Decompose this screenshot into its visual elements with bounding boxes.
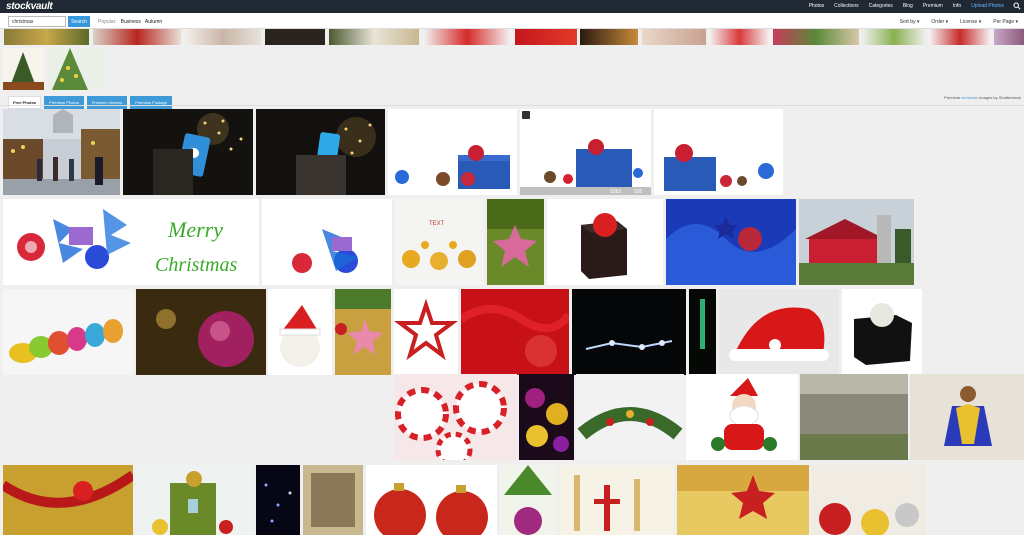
photo-vintage-card[interactable]: [303, 465, 363, 535]
related-thumbnail[interactable]: [423, 29, 511, 45]
top-navigation-bar: stockvault Photos Collections Categories…: [0, 0, 1024, 13]
photo-phone-lights[interactable]: [123, 109, 253, 195]
photo-pink-bauble[interactable]: [136, 289, 266, 375]
popular-link-business[interactable]: Business: [121, 19, 141, 25]
photo-peppermint-candy[interactable]: [394, 374, 517, 460]
photo-turkey-flock[interactable]: [800, 374, 908, 460]
photo-rainbow-candies[interactable]: [3, 289, 133, 375]
search-input[interactable]: [8, 16, 66, 27]
related-thumbnail[interactable]: [4, 29, 89, 45]
nav-blog[interactable]: Blog: [903, 3, 913, 9]
photo-ornaments-blue[interactable]: [262, 199, 392, 285]
per-page-label: Per Page: [993, 19, 1015, 25]
premium-note-prefix: Premium: [944, 95, 961, 100]
likes-count: 505: [634, 189, 643, 195]
christmas-text: Christmas: [155, 254, 237, 276]
premium-note-suffix: images by Shutterstock: [979, 95, 1021, 100]
photo-green-light[interactable]: [689, 289, 716, 375]
photo-straw-star[interactable]: [394, 289, 458, 375]
related-thumbnails: [0, 29, 1024, 45]
nav-info[interactable]: Info: [953, 3, 961, 9]
photo-red-fabric[interactable]: [461, 289, 569, 375]
photo-straw-crosses[interactable]: [560, 465, 674, 535]
filter-bar: Sort by ▾ Order ▾ License ▾ Per Page ▾: [900, 19, 1018, 25]
nav-photos[interactable]: Photos: [809, 3, 825, 9]
photo-pink-star[interactable]: [487, 199, 544, 285]
photo-phone-hands[interactable]: [256, 109, 385, 195]
photo-santa-figure[interactable]: [686, 374, 798, 460]
photo-pink-star-ornament[interactable]: [335, 289, 391, 375]
merry-text: Merry: [167, 217, 223, 242]
related-thumbnail[interactable]: [642, 29, 706, 45]
tab-premium-footage[interactable]: Premium Footage: [130, 96, 172, 109]
main-nav: Photos Collections Categories Blog Premi…: [809, 3, 1004, 9]
photo-blue-gift-box-3[interactable]: [654, 109, 783, 195]
photo-red-star-gold[interactable]: [677, 465, 809, 535]
photo-red-baubles[interactable]: [366, 465, 497, 535]
premium-note: Premium christmas images by Shutterstock: [944, 95, 1021, 100]
premium-note-keyword[interactable]: christmas: [961, 95, 978, 100]
related-thumbnail[interactable]: [265, 29, 325, 45]
photo-red-gift[interactable]: [547, 199, 663, 285]
related-thumbnail[interactable]: [185, 29, 261, 45]
photo-dark-sparkles[interactable]: [256, 465, 300, 535]
related-thumbnail[interactable]: [329, 29, 419, 45]
per-page-dropdown[interactable]: Per Page ▾: [993, 19, 1018, 25]
views-count: 5293: [610, 189, 621, 195]
site-logo[interactable]: stockvault: [6, 1, 53, 12]
related-thumbnail[interactable]: [709, 29, 770, 45]
related-thumbnail[interactable]: [994, 29, 1024, 45]
related-thumbnail[interactable]: [862, 29, 926, 45]
photo-gold-purple-baubles[interactable]: [519, 374, 574, 460]
nav-premium[interactable]: Premium: [923, 3, 943, 9]
photo-gold-baubles[interactable]: TEXT: [395, 199, 484, 285]
license-dropdown[interactable]: License ▾: [960, 19, 981, 25]
related-thumbnail[interactable]: [773, 29, 859, 45]
photo-wise-king[interactable]: [910, 374, 1024, 460]
related-thumbnail[interactable]: [929, 29, 991, 45]
license-label: License: [960, 19, 978, 25]
nav-upload-photos[interactable]: Upload Photos: [971, 3, 1004, 9]
divider: [0, 105, 1024, 106]
related-thumbnail[interactable]: [93, 29, 181, 45]
related-thumbnail[interactable]: [515, 29, 577, 45]
order-dropdown[interactable]: Order ▾: [931, 19, 948, 25]
photo-christmas-wreath[interactable]: [576, 374, 684, 460]
photo-santa-hat-bauble[interactable]: [268, 289, 332, 375]
photo-purple-bauble-tree[interactable]: [500, 465, 557, 535]
search-icon[interactable]: [1013, 2, 1021, 10]
related-thumbnail[interactable]: [580, 29, 638, 45]
photo-gold-red-ornaments[interactable]: [811, 465, 926, 535]
nav-collections[interactable]: Collections: [834, 3, 858, 9]
photo-night-lights[interactable]: [572, 289, 686, 375]
tab-premium-vectors[interactable]: Premium Vectors: [86, 96, 128, 109]
photo-blue-gift-box-2[interactable]: 5293 505: [520, 109, 651, 195]
popular-label: Popular:: [98, 19, 117, 25]
photo-santa-hat[interactable]: [719, 289, 839, 375]
photo-gold-ribbon-wrap[interactable]: [3, 465, 133, 535]
svg-text:TEXT: TEXT: [429, 221, 445, 227]
search-bar: Search Popular: Business Autumn Sort by …: [0, 13, 1024, 29]
tab-free-photos[interactable]: Free Photos: [8, 96, 42, 109]
photo-red-house[interactable]: [799, 199, 914, 285]
photo-green-gift-tag[interactable]: [136, 465, 253, 535]
related-thumbnail[interactable]: [48, 48, 105, 90]
photo-christmas-market[interactable]: [3, 109, 120, 195]
search-button[interactable]: Search: [68, 16, 90, 27]
photo-black-gift-box[interactable]: [842, 289, 922, 375]
photo-merry-christmas-card[interactable]: Merry Christmas: [3, 199, 259, 285]
sort-by-dropdown[interactable]: Sort by ▾: [900, 19, 920, 25]
related-thumbnail[interactable]: [3, 48, 44, 90]
tab-premium-photos[interactable]: Premium Photos: [44, 96, 84, 109]
popular-link-autumn[interactable]: Autumn: [145, 19, 162, 25]
order-label: Order: [931, 19, 945, 25]
photo-blue-gift-box[interactable]: [388, 109, 517, 195]
content-type-tabs: Free Photos Premium Photos Premium Vecto…: [8, 96, 172, 109]
popular-searches: Popular: Business Autumn: [98, 19, 162, 25]
photo-blue-tinsel[interactable]: [666, 199, 796, 285]
nav-categories[interactable]: Categories: [869, 3, 893, 9]
sort-by-label: Sort by: [899, 19, 916, 25]
